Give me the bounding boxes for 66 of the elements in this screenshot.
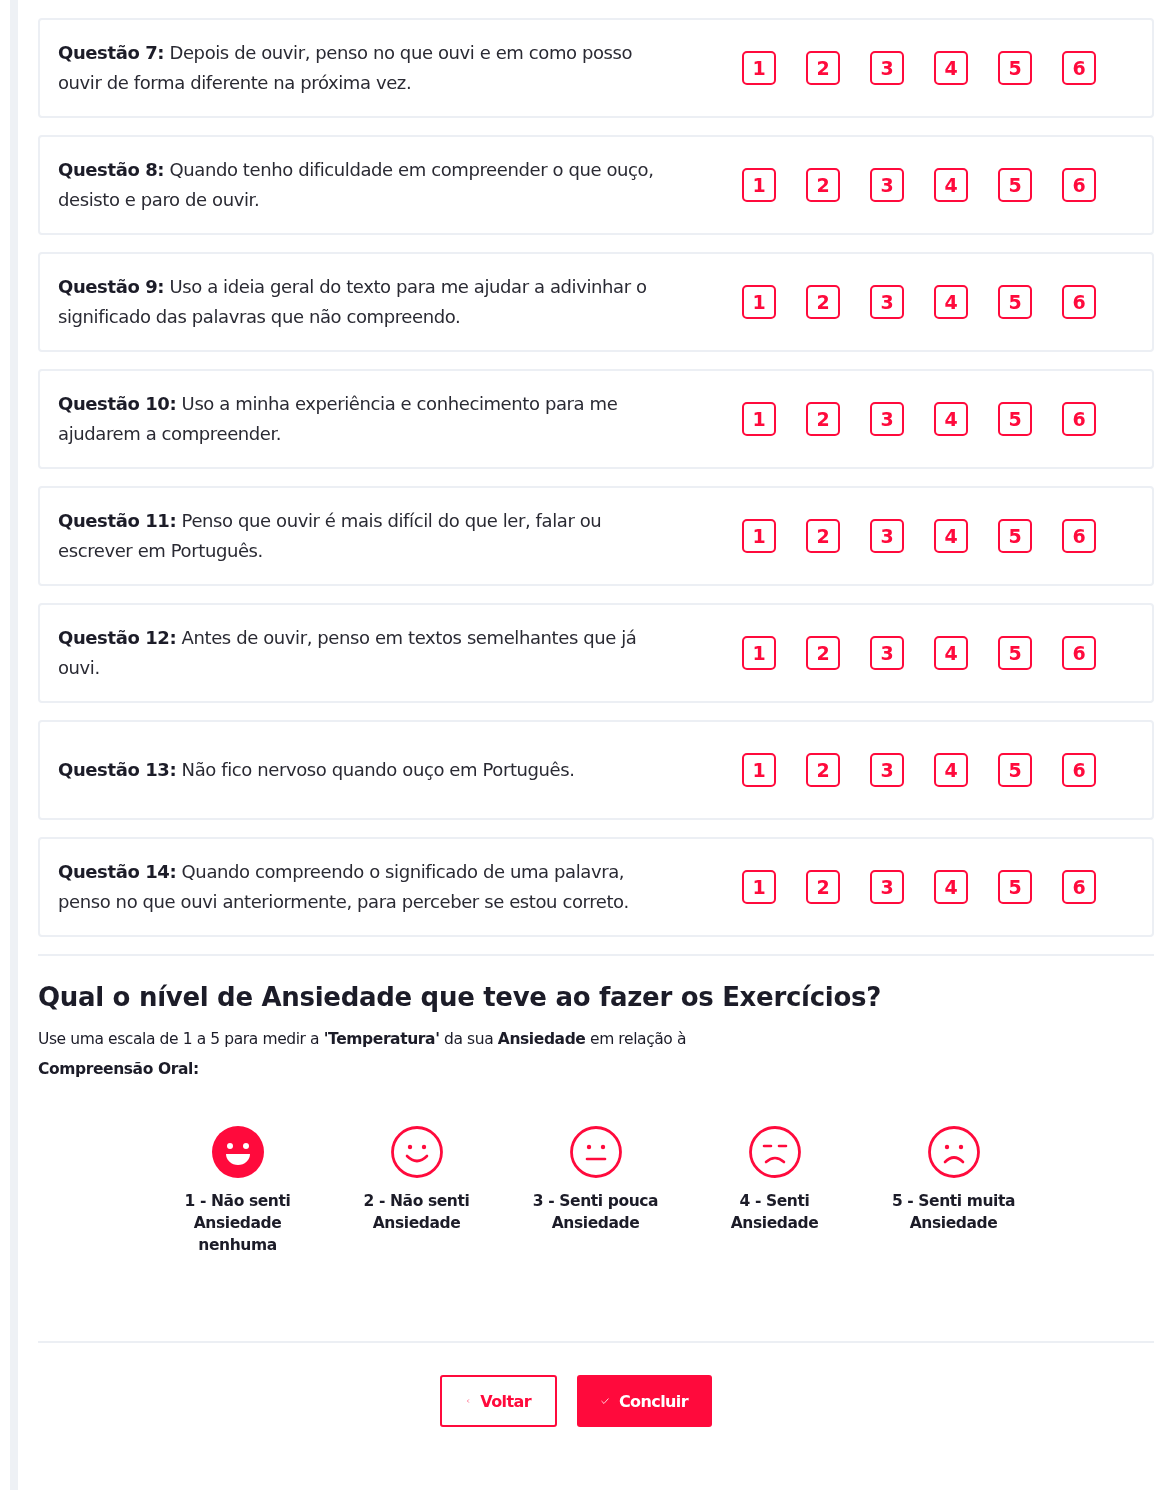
- rating-option[interactable]: 3: [870, 636, 904, 670]
- anxiety-option[interactable]: 5 - Senti muita Ansiedade: [864, 1126, 1043, 1306]
- question-text: Questão 7: Depois de ouvir, penso no que ouvi e em como posso ouvir de forma diferente na próxima vez.: [58, 41, 634, 95]
- rating-option[interactable]: 5: [998, 753, 1032, 787]
- question-text: Questão 11: Penso que ouvir é mais difícil do que ler, falar ou escrever em Português.: [58, 509, 603, 563]
- rating-option[interactable]: 6: [1062, 51, 1096, 85]
- rating-option[interactable]: 6: [1062, 753, 1096, 787]
- rating-option[interactable]: 3: [870, 519, 904, 553]
- rating-option[interactable]: 4: [934, 870, 968, 904]
- rating-option[interactable]: 4: [934, 636, 968, 670]
- question-text: Questão 14: Quando compreendo o significado de uma palavra, penso no que ouvi anteriormente, para perceber se estou correto.: [58, 860, 630, 914]
- rating-option[interactable]: 3: [870, 870, 904, 904]
- rating-option[interactable]: 3: [870, 51, 904, 85]
- rating-option[interactable]: 4: [934, 51, 968, 85]
- rating-option[interactable]: 6: [1062, 636, 1096, 670]
- rating-option[interactable]: 4: [934, 168, 968, 202]
- question-text: Questão 12: Antes de ouvir, penso em textos semelhantes que já ouvi.: [58, 626, 638, 680]
- rating-option[interactable]: 3: [870, 168, 904, 202]
- rating-option[interactable]: 2: [806, 870, 840, 904]
- rating-option[interactable]: 6: [1062, 519, 1096, 553]
- rating-option[interactable]: 5: [998, 168, 1032, 202]
- rating-option[interactable]: 4: [934, 519, 968, 553]
- rating-option[interactable]: 1: [742, 285, 776, 319]
- rating-option[interactable]: 1: [742, 402, 776, 436]
- rating-option[interactable]: 2: [806, 285, 840, 319]
- rating-option[interactable]: 5: [998, 285, 1032, 319]
- rating-option[interactable]: 2: [806, 519, 840, 553]
- rating-option[interactable]: 2: [806, 636, 840, 670]
- rating-option[interactable]: 6: [1062, 168, 1096, 202]
- rating-option[interactable]: 5: [998, 519, 1032, 553]
- rating-option[interactable]: 3: [870, 285, 904, 319]
- rating-option[interactable]: 4: [934, 402, 968, 436]
- rating-option[interactable]: 6: [1062, 870, 1096, 904]
- section-description: Use uma escala de 1 a 5 para medir a 'Temperatura' da sua Ansiedade em relação à: [38, 1029, 688, 1050]
- rating-option[interactable]: 5: [998, 870, 1032, 904]
- rating-option[interactable]: 1: [742, 636, 776, 670]
- anxiety-option[interactable]: 4 - Senti Ansiedade: [685, 1126, 864, 1306]
- section-heading: Qual o nível de Ansiedade que teve ao fazer os Exercícios?: [38, 982, 882, 1012]
- rating-option[interactable]: 5: [998, 636, 1032, 670]
- anxiety-option[interactable]: 1 - Não senti Ansiedade nenhuma: [148, 1126, 327, 1306]
- rating-option[interactable]: 1: [742, 519, 776, 553]
- rating-option[interactable]: 1: [742, 753, 776, 787]
- rating-option[interactable]: 6: [1062, 285, 1096, 319]
- rating-option[interactable]: 2: [806, 51, 840, 85]
- rating-option[interactable]: 2: [806, 402, 840, 436]
- question-text: Questão 13: Não fico nervoso quando ouço em Português.: [58, 758, 576, 782]
- rating-option[interactable]: 1: [742, 870, 776, 904]
- section-description: Compreensão Oral:: [38, 1059, 200, 1080]
- rating-option[interactable]: 1: [742, 51, 776, 85]
- question-text: Questão 10: Uso a minha experiência e conhecimento para me ajudarem a compreender.: [58, 392, 619, 446]
- rating-option[interactable]: 2: [806, 168, 840, 202]
- finish-button[interactable]: Concluir: [577, 1375, 712, 1427]
- rating-option[interactable]: 3: [870, 753, 904, 787]
- rating-option[interactable]: 4: [934, 753, 968, 787]
- rating-option[interactable]: 5: [998, 402, 1032, 436]
- rating-option[interactable]: 1: [742, 168, 776, 202]
- rating-option[interactable]: 3: [870, 402, 904, 436]
- question-text: Questão 8: Quando tenho dificuldade em compreender o que ouço, desisto e paro de ouvir.: [58, 158, 655, 212]
- rating-option[interactable]: 5: [998, 51, 1032, 85]
- rating-option[interactable]: 4: [934, 285, 968, 319]
- anxiety-option[interactable]: 3 - Senti pouca Ansiedade: [506, 1126, 685, 1306]
- anxiety-option[interactable]: 2 - Não senti Ansiedade: [327, 1126, 506, 1306]
- rating-option[interactable]: 6: [1062, 402, 1096, 436]
- rating-option[interactable]: 2: [806, 753, 840, 787]
- back-button[interactable]: Voltar: [440, 1375, 557, 1427]
- question-text: Questão 9: Uso a ideia geral do texto para me ajudar a adivinhar o significado das palavras que não compreendo.: [58, 275, 648, 329]
